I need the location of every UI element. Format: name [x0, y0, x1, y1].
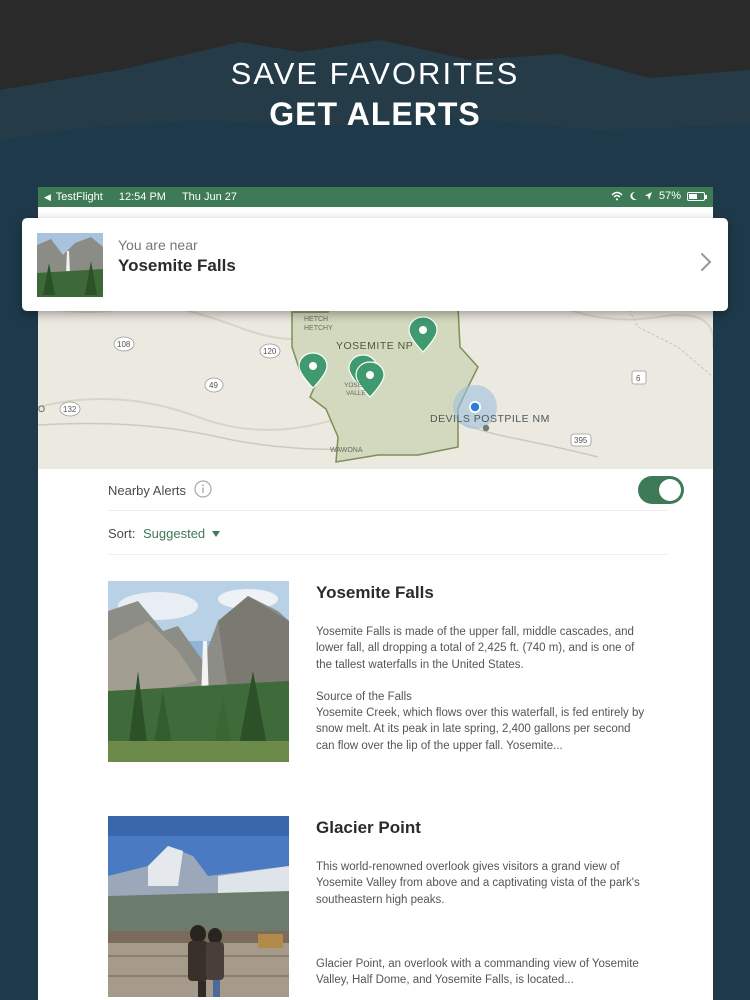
route-shield-49: 49 — [204, 377, 224, 393]
back-to-app-link[interactable]: ◀ TestFlight — [44, 191, 103, 203]
item-description: This world-renowned overlook gives visit… — [316, 861, 640, 906]
route-shield-6: 6 — [631, 370, 647, 385]
item-description: Yosemite Falls is made of the upper fall… — [316, 626, 635, 671]
nearby-alerts-row: Nearby Alerts — [108, 469, 684, 511]
map-label-devils-postpile: DEVILS POSTPILE NM — [430, 413, 550, 425]
battery-percent: 57% — [658, 190, 681, 202]
svg-text:120: 120 — [263, 347, 277, 356]
svg-text:49: 49 — [209, 381, 218, 390]
near-title: Yosemite Falls — [118, 256, 236, 275]
location-arrow-icon — [644, 192, 652, 200]
nearby-alerts-toggle[interactable] — [638, 476, 684, 504]
map-view[interactable]: HETCH HETCHY YOSEMITE NP YOSE VALLE DEVI… — [38, 287, 713, 469]
status-date: Thu Jun 27 — [181, 191, 237, 203]
route-shield-120: 120 — [259, 343, 281, 359]
nearby-alerts-label: Nearby Alerts — [108, 483, 187, 498]
svg-text:132: 132 — [63, 405, 77, 414]
wifi-icon — [611, 191, 623, 201]
status-time: 12:54 PM — [118, 191, 166, 203]
back-triangle-icon: ◀ — [44, 192, 51, 202]
near-location-card[interactable]: You are near Yosemite Falls — [22, 218, 728, 311]
item-title[interactable]: Glacier Point — [316, 818, 421, 838]
svg-text:6: 6 — [636, 374, 641, 383]
battery-icon — [687, 191, 707, 201]
route-shield-132: 132 — [59, 401, 81, 417]
map-label-yose: YOSE — [344, 382, 363, 389]
caret-down-icon[interactable] — [212, 531, 220, 537]
info-icon[interactable] — [194, 480, 212, 498]
route-shield-395: 395 — [570, 433, 592, 447]
list-item[interactable]: Yosemite Falls Yosemite Falls is made of… — [108, 581, 668, 781]
back-app-label: TestFlight — [55, 191, 103, 203]
promo-subheadline: GET ALERTS — [269, 96, 481, 132]
list-item[interactable]: Glacier Point This world-renowned overlo… — [108, 816, 668, 1000]
svg-text:108: 108 — [117, 340, 131, 349]
item-section-text: Yosemite Creek, which flows over this wa… — [316, 707, 645, 752]
map-label-hetch: HETCH — [304, 316, 328, 323]
map-label-yosemite-np: YOSEMITE NP — [336, 340, 413, 352]
yosemite-falls-photo — [108, 581, 289, 762]
map-label-wawona: WAWONA — [330, 447, 363, 454]
status-bar: ◀ TestFlight 12:54 PM Thu Jun 27 57% — [38, 187, 713, 207]
sort-label: Sort: — [108, 526, 136, 541]
item-section-heading: Source of the Falls — [316, 691, 412, 703]
route-shield-108: 108 — [113, 336, 135, 352]
glacier-point-photo — [108, 816, 289, 997]
toggle-knob — [659, 479, 681, 501]
item-section-text: Glacier Point, an overlook with a comman… — [316, 958, 639, 987]
moon-icon — [630, 191, 637, 200]
svg-text:395: 395 — [574, 436, 588, 445]
chevron-right-icon[interactable] — [698, 250, 714, 274]
sort-row: Sort: Suggested — [108, 511, 668, 555]
near-subtitle: You are near — [118, 237, 198, 253]
map-label-valle: VALLE — [346, 390, 366, 397]
map-label-hetchy: HETCHY — [304, 325, 333, 332]
item-title[interactable]: Yosemite Falls — [316, 583, 434, 603]
promo-headline: SAVE FAVORITES — [230, 56, 520, 91]
sort-dropdown[interactable]: Suggested — [143, 526, 205, 541]
near-location-thumbnail — [37, 233, 103, 297]
map-label-o: O — [38, 404, 45, 414]
